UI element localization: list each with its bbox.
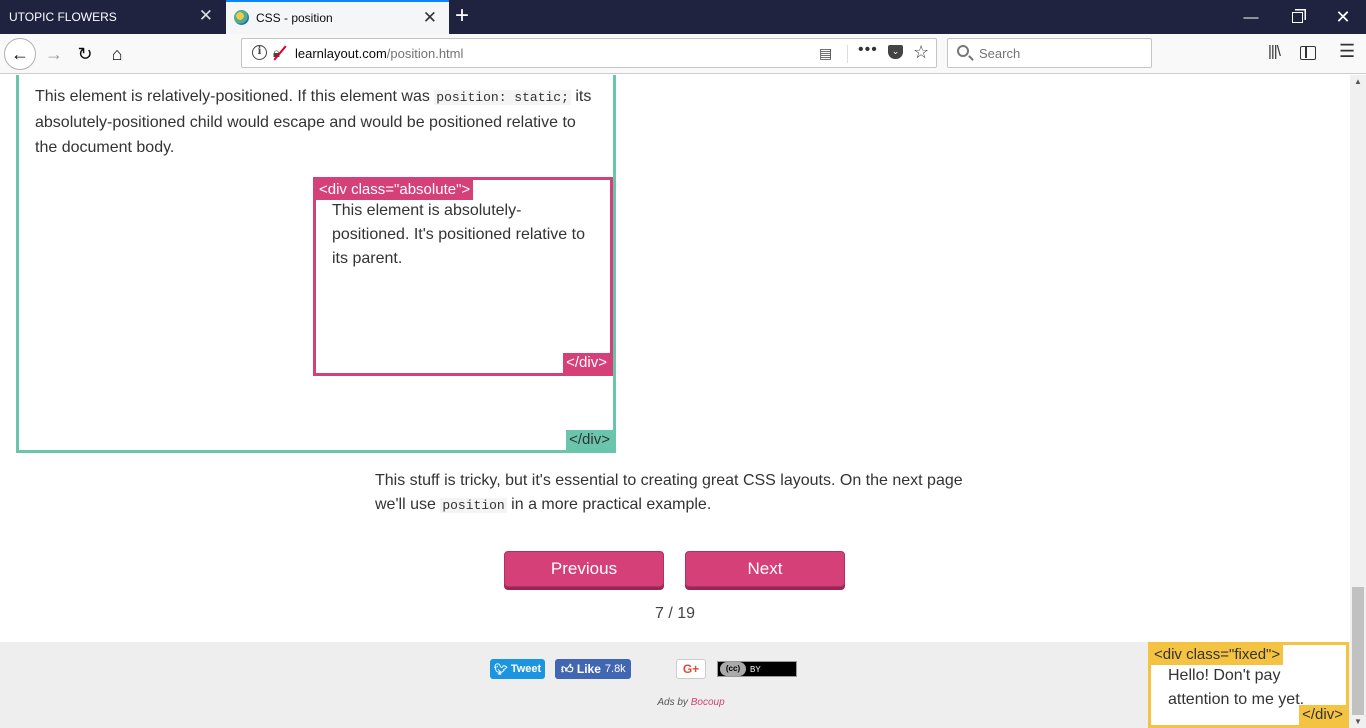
- thumbs-up-icon: 👍︎: [561, 661, 577, 676]
- page-count: 7 / 19: [654, 605, 696, 622]
- ads-prefix: Ads by: [657, 697, 691, 708]
- search-bar[interactable]: [947, 38, 1152, 68]
- search-icon: [957, 45, 969, 57]
- relative-text-part: This element is relatively-positioned. I…: [35, 88, 435, 105]
- pocket-icon[interactable]: ⌄: [888, 45, 903, 59]
- google-plus-button[interactable]: G+: [676, 659, 706, 679]
- back-icon[interactable]: ←: [4, 38, 36, 70]
- next-button[interactable]: Next: [685, 551, 845, 587]
- url-path: /position.html: [386, 46, 464, 61]
- library-icon[interactable]: |||\: [1268, 43, 1281, 60]
- tab-utopic-flowers[interactable]: UTOPIC FLOWERS ✕: [0, 0, 225, 34]
- absolute-div: <div class="absolute"> This element is a…: [313, 177, 613, 376]
- body-text-part: in a more practical example.: [506, 496, 712, 513]
- restore-icon[interactable]: [1274, 0, 1320, 34]
- ads-brand-link[interactable]: Bocoup: [691, 697, 725, 708]
- site-favicon-icon: [234, 10, 249, 25]
- page-actions-icon[interactable]: •••: [858, 41, 878, 59]
- minimize-icon[interactable]: —: [1228, 0, 1274, 34]
- relative-description: This element is relatively-positioned. I…: [35, 84, 595, 160]
- tweet-label: Tweet: [510, 663, 542, 675]
- window-close-icon[interactable]: ✕: [1320, 0, 1366, 34]
- inline-code: position: static;: [434, 90, 571, 105]
- like-count: 7.8k: [604, 663, 626, 675]
- tab-strip: UTOPIC FLOWERS ✕ CSS - position ✕ + — ✕: [0, 0, 1366, 34]
- nav-toolbar: ← → ↻ ⌂ i 🔒︎ learnlayout.com/position.ht…: [0, 34, 1366, 74]
- bookmark-star-icon[interactable]: ☆: [913, 42, 929, 63]
- url-divider: [847, 45, 848, 63]
- insecure-lock-icon[interactable]: 🔒︎: [273, 45, 287, 60]
- like-label: Like: [576, 662, 601, 676]
- inline-code: position: [440, 498, 507, 513]
- absolute-open-tag: <div class="absolute">: [316, 180, 474, 200]
- vertical-scrollbar[interactable]: ▲ ▼: [1350, 75, 1366, 728]
- fixed-open-tag: <div class="fixed">: [1151, 645, 1284, 665]
- home-icon[interactable]: ⌂: [101, 38, 133, 70]
- close-icon[interactable]: ✕: [423, 9, 437, 27]
- url-text[interactable]: learnlayout.com/position.html: [295, 46, 463, 61]
- body-paragraph: This stuff is tricky, but it's essential…: [375, 469, 975, 518]
- scroll-down-icon[interactable]: ▼: [1354, 717, 1362, 726]
- tweet-button[interactable]: 🐦︎ Tweet: [490, 659, 545, 679]
- new-tab-icon[interactable]: +: [455, 3, 469, 29]
- absolute-description: This element is absolutely-positioned. I…: [332, 202, 585, 267]
- search-input[interactable]: [979, 39, 1144, 67]
- scrollbar-thumb[interactable]: [1352, 587, 1364, 715]
- relative-close-tag: </div>: [566, 430, 613, 450]
- url-bar[interactable]: i 🔒︎ learnlayout.com/position.html ▤ •••…: [241, 38, 937, 68]
- reload-icon[interactable]: ↻: [69, 38, 101, 70]
- forward-icon[interactable]: →: [38, 38, 70, 70]
- cc-label: (cc): [720, 662, 746, 676]
- cc-by-label: BY: [750, 664, 761, 674]
- tab-title: CSS - position: [256, 11, 333, 25]
- absolute-close-tag: </div>: [563, 353, 610, 373]
- creative-commons-badge[interactable]: (cc) BY: [717, 661, 797, 677]
- scroll-up-icon[interactable]: ▲: [1354, 77, 1362, 86]
- fixed-close-tag: </div>: [1299, 705, 1346, 725]
- facebook-like-button[interactable]: 👍︎ Like 7.8k: [555, 659, 631, 679]
- tab-css-position[interactable]: CSS - position ✕: [226, 0, 449, 34]
- menu-icon[interactable]: ☰: [1339, 41, 1355, 62]
- reader-view-icon[interactable]: ▤: [819, 45, 832, 62]
- url-domain: learnlayout.com: [295, 46, 387, 61]
- previous-button[interactable]: Previous: [504, 551, 664, 587]
- fixed-div: <div class="fixed"> Hello! Don't pay att…: [1148, 642, 1349, 728]
- twitter-bird-icon: 🐦︎: [493, 663, 511, 676]
- close-icon[interactable]: ✕: [199, 7, 213, 25]
- page-viewport: This element is relatively-positioned. I…: [0, 75, 1350, 728]
- site-info-icon[interactable]: i: [252, 45, 267, 60]
- sidebar-icon[interactable]: [1300, 46, 1316, 60]
- tab-title: UTOPIC FLOWERS: [9, 10, 117, 24]
